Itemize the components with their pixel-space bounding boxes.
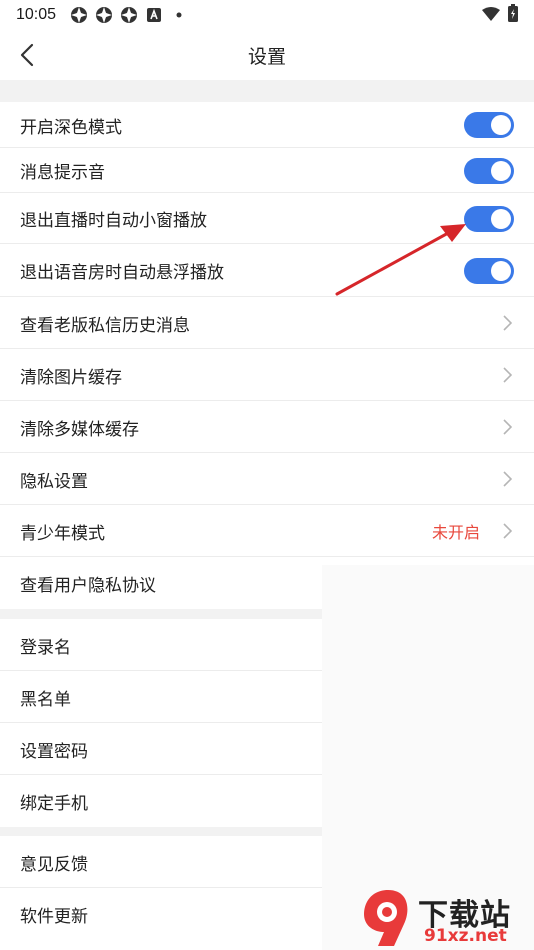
setting-label: 开启深色模式 bbox=[20, 117, 122, 138]
voice-float-toggle[interactable] bbox=[464, 257, 514, 284]
setting-label: 消息提示音 bbox=[20, 163, 105, 183]
app-icon bbox=[120, 6, 138, 24]
settings-section-general: 开启深色模式 消息提示音 退出直播时自动小窗播放 退出语音房时自动悬浮播放 查看… bbox=[0, 102, 534, 609]
toggle-knob bbox=[491, 160, 511, 181]
app-bar: 设置 bbox=[0, 30, 534, 80]
status-right bbox=[482, 4, 518, 26]
setting-row-clear-image-cache[interactable]: 清除图片缓存 bbox=[0, 349, 534, 401]
setting-row-message-sound[interactable]: 消息提示音 bbox=[0, 148, 534, 193]
app-icon bbox=[95, 6, 113, 24]
status-bar: 10:05 bbox=[0, 0, 534, 30]
status-time: 10:05 bbox=[16, 6, 57, 23]
back-arrow-icon bbox=[20, 43, 34, 67]
setting-row-old-messages[interactable]: 查看老版私信历史消息 bbox=[0, 297, 534, 349]
setting-row-live-mini-window[interactable]: 退出直播时自动小窗播放 bbox=[0, 193, 534, 244]
setting-label: 退出语音房时自动悬浮播放 bbox=[20, 263, 224, 283]
watermark-url-text: 91xz.net bbox=[424, 926, 507, 946]
battery-icon bbox=[508, 4, 518, 26]
watermark-logo-icon bbox=[364, 890, 408, 946]
toggle-knob bbox=[491, 208, 511, 229]
setting-label: 青少年模式 bbox=[20, 523, 105, 544]
setting-label: 隐私设置 bbox=[20, 471, 88, 492]
toggle-knob bbox=[491, 115, 511, 135]
setting-row-teen-mode[interactable]: 青少年模式 未开启 bbox=[0, 505, 534, 557]
live-mini-window-toggle[interactable] bbox=[464, 205, 514, 232]
section-gap bbox=[0, 80, 534, 102]
page-title: 设置 bbox=[247, 45, 286, 68]
setting-label: 退出直播时自动小窗播放 bbox=[20, 211, 207, 231]
chevron-right-icon bbox=[500, 366, 514, 384]
app-icon bbox=[70, 6, 88, 24]
chevron-right-icon bbox=[500, 418, 514, 436]
setting-row-dark-mode[interactable]: 开启深色模式 bbox=[0, 102, 534, 148]
message-sound-toggle[interactable] bbox=[464, 157, 514, 184]
toggle-knob bbox=[491, 260, 511, 281]
watermark: 下载站 91xz.net bbox=[360, 888, 534, 950]
setting-label: 查看老版私信历史消息 bbox=[20, 315, 190, 336]
setting-row-clear-media-cache[interactable]: 清除多媒体缓存 bbox=[0, 401, 534, 453]
back-button[interactable] bbox=[10, 38, 44, 72]
setting-row-voice-float[interactable]: 退出语音房时自动悬浮播放 bbox=[0, 244, 534, 297]
teen-mode-status: 未开启 bbox=[431, 523, 480, 542]
dark-mode-toggle[interactable] bbox=[464, 112, 514, 138]
setting-label: 清除多媒体缓存 bbox=[20, 419, 139, 440]
chevron-right-icon bbox=[500, 470, 514, 488]
chevron-right-icon bbox=[500, 522, 514, 540]
dot-icon bbox=[170, 6, 188, 24]
setting-label: 清除图片缓存 bbox=[20, 367, 122, 388]
chevron-right-icon bbox=[500, 314, 514, 332]
letter-a-icon bbox=[145, 6, 163, 24]
wifi-icon bbox=[482, 6, 500, 25]
setting-row-privacy[interactable]: 隐私设置 bbox=[0, 453, 534, 505]
